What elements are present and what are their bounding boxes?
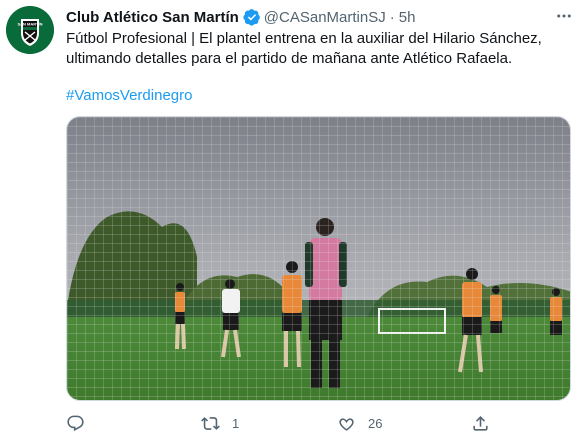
- timestamp[interactable]: 5h: [399, 9, 416, 26]
- avatar-text: SAN MARTÍN: [17, 22, 42, 27]
- tweet-card[interactable]: SAN MARTÍN Club Atlético San Martín @CAS…: [0, 0, 584, 444]
- share-icon: [473, 415, 488, 431]
- like-button[interactable]: 26: [337, 414, 382, 433]
- reply-button[interactable]: [66, 414, 97, 433]
- author-name[interactable]: Club Atlético San Martín: [66, 9, 239, 26]
- retweet-button[interactable]: 1: [201, 414, 239, 433]
- avatar[interactable]: SAN MARTÍN: [6, 6, 54, 54]
- tweet-text-line-2: ultimando detalles para el partido de ma…: [66, 50, 513, 67]
- tweet-photo[interactable]: [66, 116, 571, 401]
- tweet-text-line-1: Fútbol Profesional | El plantel entrena …: [66, 30, 542, 47]
- hashtag-link[interactable]: #VamosVerdinegro: [66, 86, 192, 106]
- retweet-count: 1: [232, 415, 240, 431]
- more-options-icon[interactable]: [554, 6, 574, 26]
- tweet-text: Fútbol Profesional | El plantel entrena …: [66, 29, 566, 69]
- tweet-actions: 1 26: [66, 412, 496, 434]
- reply-icon: [67, 415, 84, 431]
- author-handle[interactable]: @CASanMartinSJ: [264, 9, 386, 26]
- training-photo: [67, 117, 570, 400]
- like-count: 26: [368, 415, 383, 431]
- retweet-icon: [201, 416, 220, 430]
- share-button[interactable]: [471, 414, 490, 433]
- separator-dot: ·: [389, 8, 395, 26]
- tweet-header: Club Atlético San Martín @CASanMartinSJ …: [66, 7, 574, 27]
- heart-icon: [339, 417, 354, 431]
- verified-badge-icon: [243, 8, 261, 26]
